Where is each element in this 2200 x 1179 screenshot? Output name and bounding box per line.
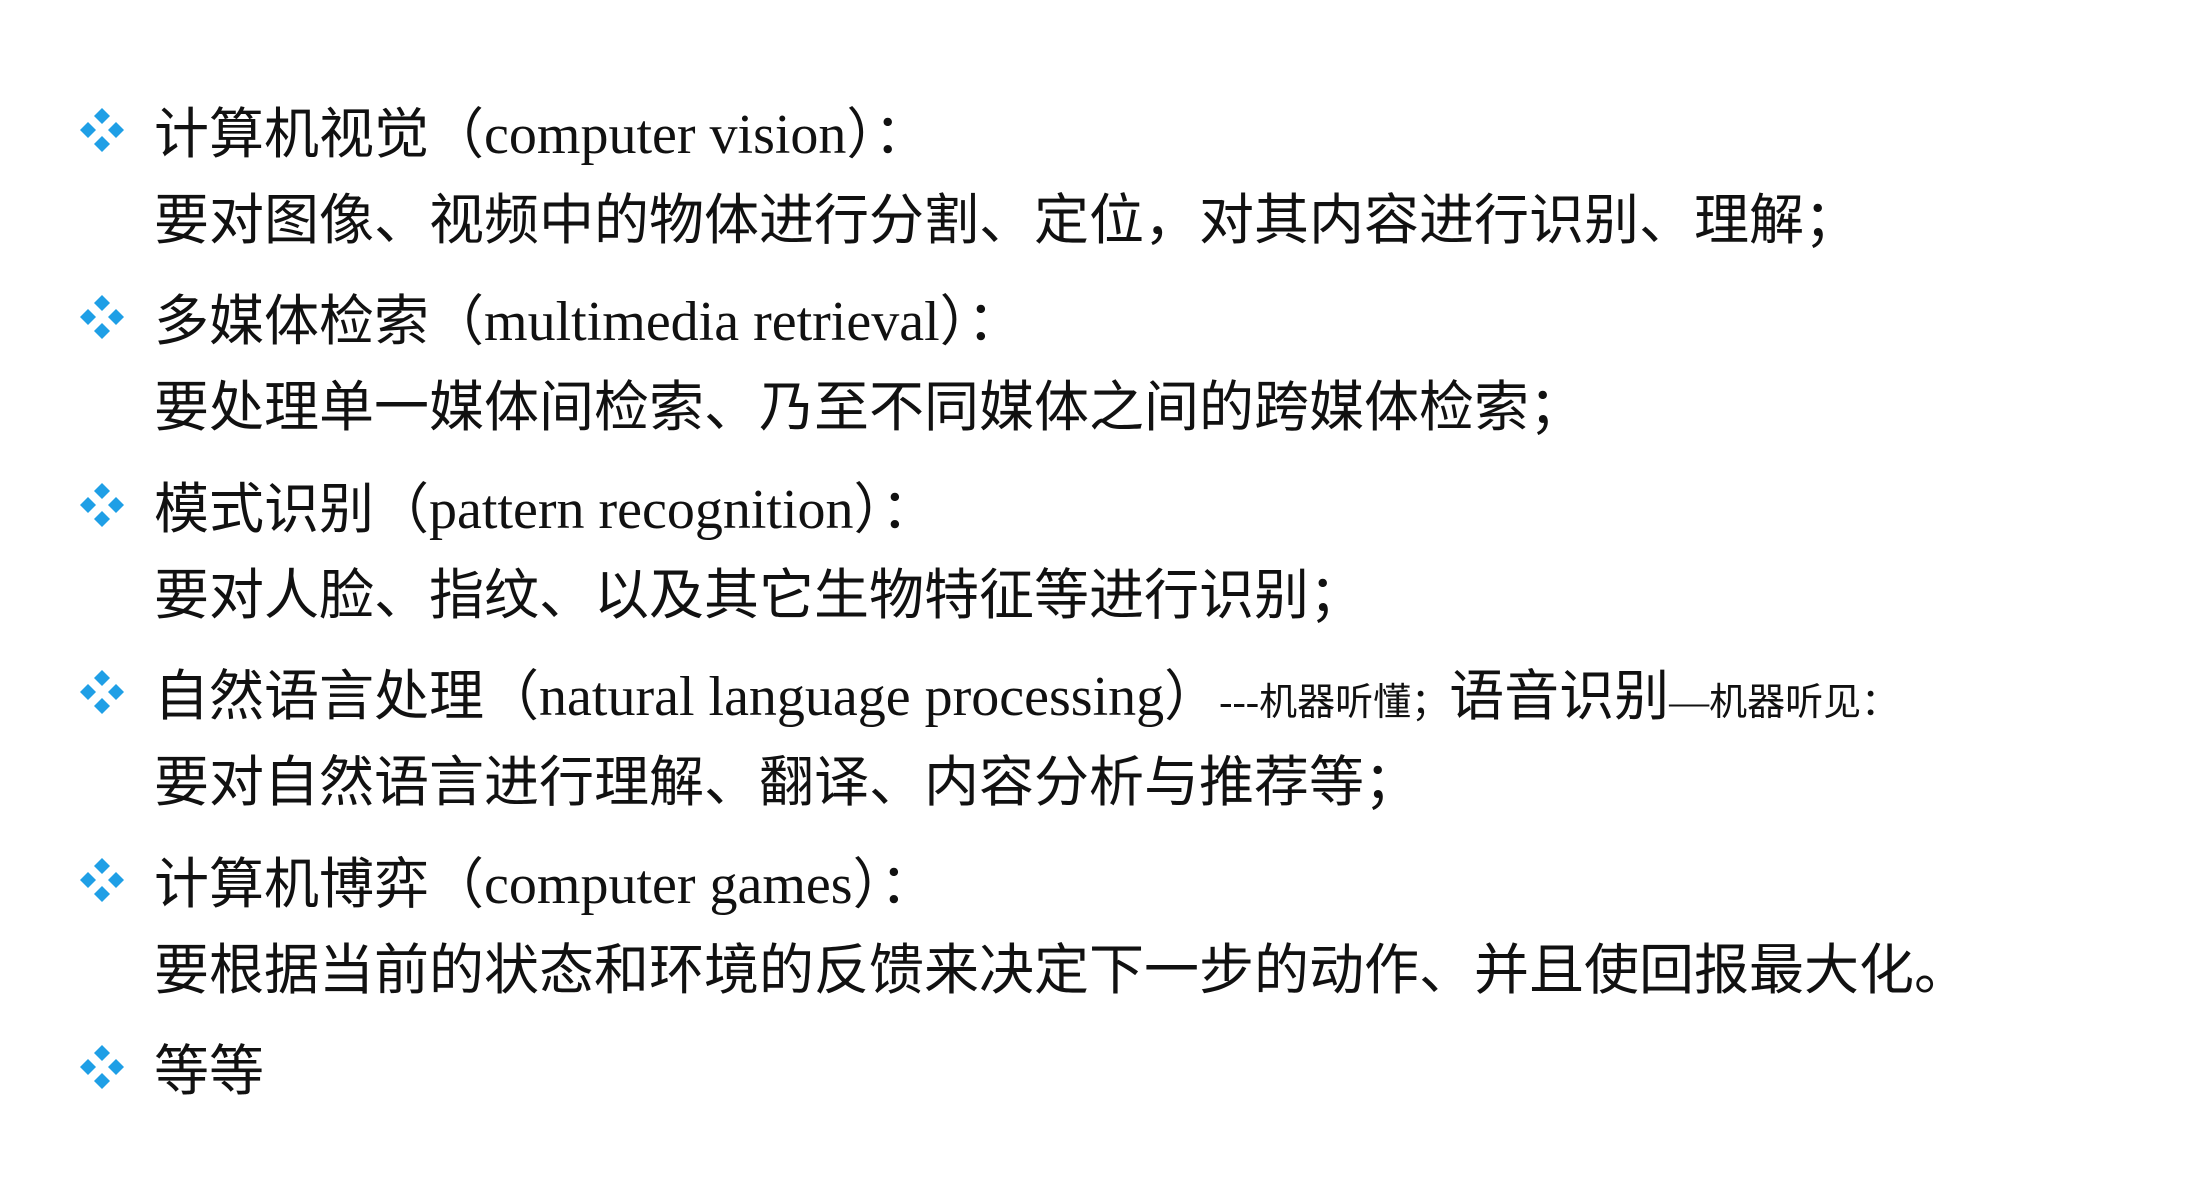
close-paren: ） bbox=[852, 852, 881, 916]
note-understand: 机器听懂； bbox=[1259, 680, 1450, 724]
title-zh: 计算机博弈 bbox=[154, 852, 430, 916]
close-paren: ） bbox=[939, 289, 968, 353]
item-description: 要对自然语言进行理解、翻译、内容分析与推荐等； bbox=[154, 750, 1420, 814]
diamond-bullet-icon bbox=[80, 295, 124, 339]
colon: ： bbox=[881, 477, 937, 541]
diamond-bullet-icon bbox=[80, 483, 124, 527]
diamond-bullet-icon bbox=[80, 1045, 124, 1089]
colon: ： bbox=[967, 289, 1023, 353]
title-en: multimedia retrieval bbox=[484, 291, 940, 353]
title-en: computer vision bbox=[484, 104, 847, 166]
item-title: 计算机视觉（computer vision）： bbox=[154, 96, 929, 172]
note-dash: --- bbox=[1219, 679, 1260, 724]
title-en: natural language processing bbox=[539, 666, 1165, 728]
open-paren: （ bbox=[429, 102, 485, 166]
title-zh: 等等 bbox=[154, 1039, 265, 1103]
item-title: 等等 bbox=[154, 1033, 264, 1109]
note-speech-recognition: 语音识别 bbox=[1449, 664, 1670, 728]
title-zh: 计算机视觉 bbox=[154, 102, 430, 166]
open-paren: （ bbox=[484, 664, 540, 728]
title-zh: 模式识别 bbox=[154, 477, 375, 541]
open-paren: （ bbox=[374, 477, 430, 541]
diamond-bullet-icon bbox=[80, 108, 124, 152]
open-paren: （ bbox=[429, 852, 485, 916]
close-paren: ） bbox=[853, 477, 882, 541]
item-title: 多媒体检索（multimedia retrieval）： bbox=[154, 283, 1022, 359]
item-description: 要处理单一媒体间检索、乃至不同媒体之间的跨媒体检索； bbox=[154, 375, 1585, 439]
note-hear: 机器听见： bbox=[1709, 680, 1900, 724]
colon: ： bbox=[880, 852, 936, 916]
colon: ： bbox=[873, 102, 929, 166]
diamond-bullet-icon bbox=[80, 858, 124, 902]
title-zh: 自然语言处理 bbox=[154, 664, 485, 728]
item-title: 计算机博弈（computer games）： bbox=[154, 846, 935, 922]
item-description: 要对图像、视频中的物体进行分割、定位，对其内容进行识别、理解； bbox=[154, 188, 1860, 252]
title-en: computer games bbox=[484, 854, 853, 916]
note-dash-2: — bbox=[1669, 679, 1710, 724]
close-paren: ） bbox=[1164, 664, 1220, 728]
diamond-bullet-icon bbox=[80, 670, 124, 714]
item-title: 自然语言处理（natural language processing）---机器… bbox=[154, 658, 1899, 734]
title-zh: 多媒体检索 bbox=[154, 289, 430, 353]
item-description: 要根据当前的状态和环境的反馈来决定下一步的动作、并且使回报最大化。 bbox=[154, 938, 1970, 1002]
open-paren: （ bbox=[429, 289, 485, 353]
item-title: 模式识别（pattern recognition）： bbox=[154, 471, 936, 547]
item-description: 要对人脸、指纹、以及其它生物特征等进行识别； bbox=[154, 563, 1365, 627]
title-en: pattern recognition bbox=[429, 479, 854, 541]
close-paren: ） bbox=[846, 102, 874, 166]
slide: 计算机视觉（computer vision）： 要对图像、视频中的物体进行分割、… bbox=[0, 0, 2200, 1179]
